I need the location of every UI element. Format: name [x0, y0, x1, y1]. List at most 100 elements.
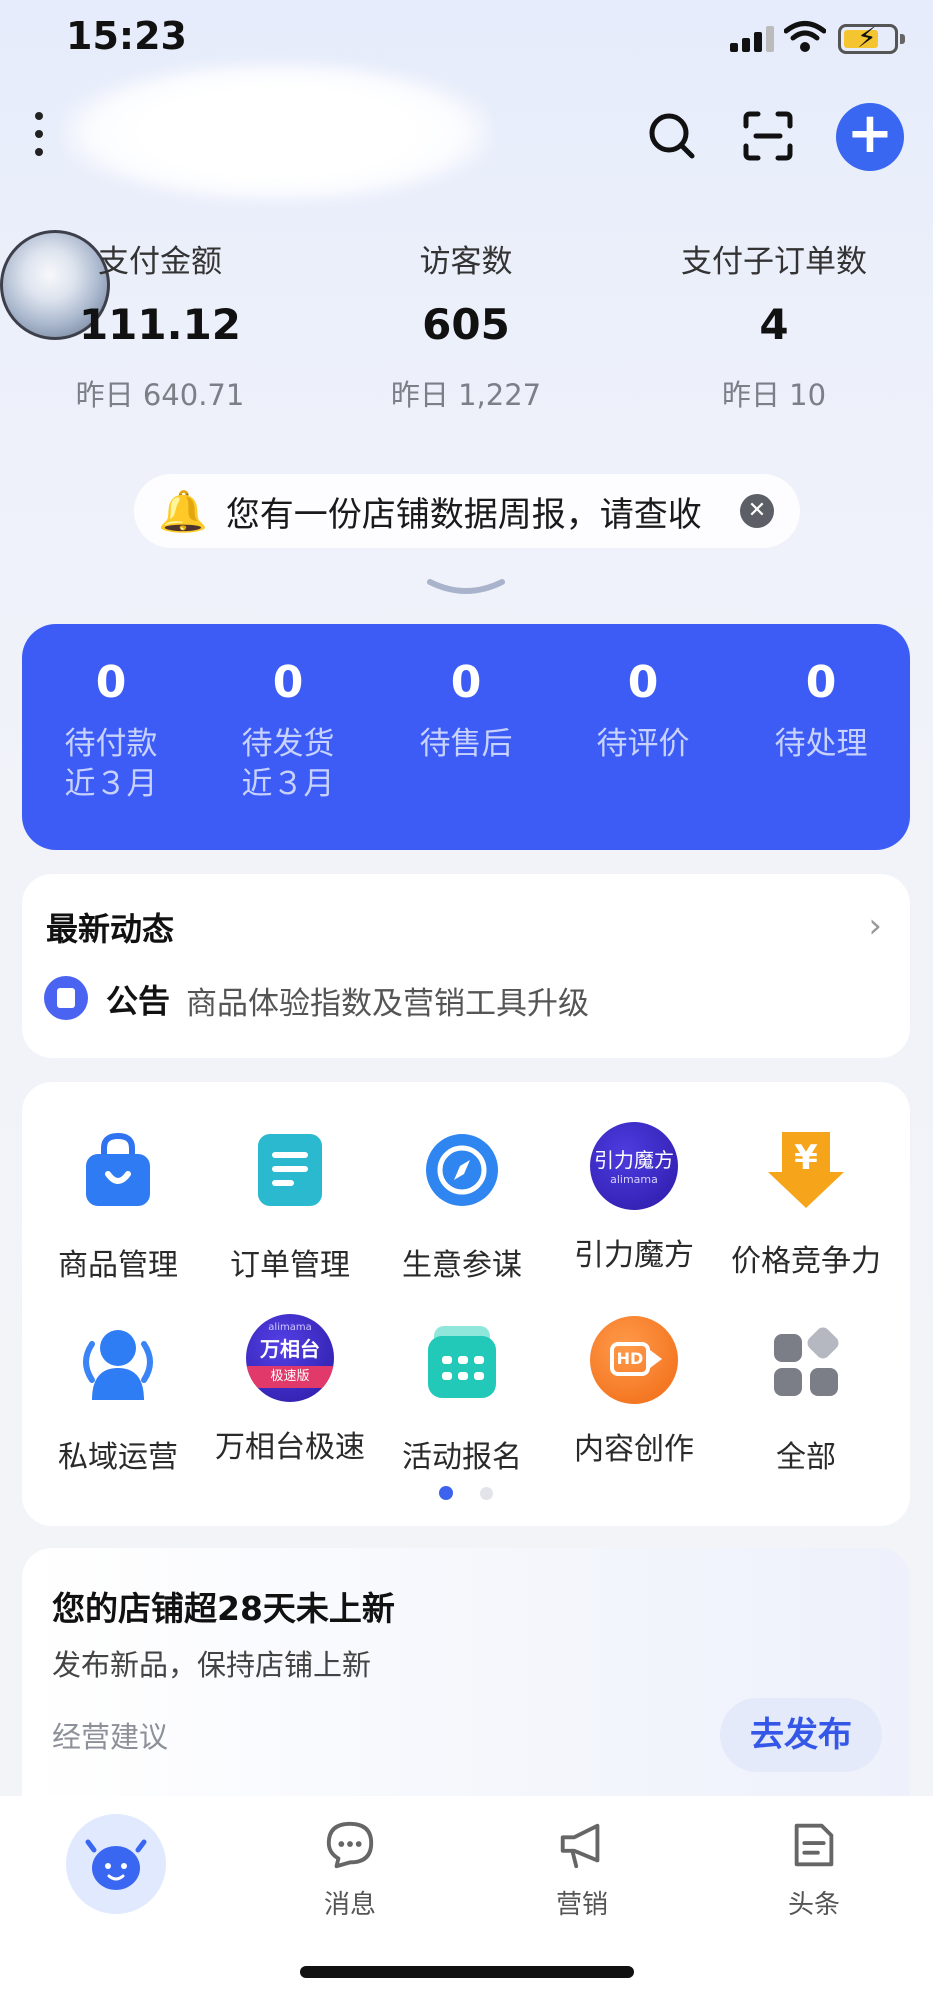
icon-text: 引力魔方	[594, 1148, 674, 1172]
megaphone-icon	[560, 1823, 600, 1869]
compass-icon	[426, 1134, 498, 1206]
order-label: 待评价	[596, 726, 690, 762]
stat-label-suborders: 支付子订单数	[681, 244, 867, 280]
tool-label: 内容创作	[574, 1432, 694, 1467]
order-count: 0	[805, 657, 837, 708]
suggestion-subtitle: 发布新品，保持店铺上新	[52, 1648, 372, 1682]
news-tag: 公告	[106, 982, 171, 1020]
tool-all[interactable]: 全部	[718, 1320, 894, 1476]
tool-price-competitiveness[interactable]: ¥ 价格竞争力	[718, 1128, 894, 1280]
more-menu-icon[interactable]	[32, 112, 46, 156]
yinli-mofang-icon: 引力魔方 alimama	[590, 1122, 678, 1210]
order-pending-payment[interactable]: 0 待付款 近３月	[22, 654, 200, 804]
order-count: 0	[95, 657, 127, 708]
latest-news-card[interactable]: 最新动态 › 公告 商品体验指数及营销工具升级	[22, 874, 910, 1058]
tool-label: 引力魔方	[574, 1238, 694, 1273]
nav-label: 消息	[323, 1890, 376, 1920]
stat-value-payment[interactable]: 111.12	[30, 300, 290, 349]
wanxiangtai-icon: alimama 万相台 极速版	[246, 1314, 334, 1402]
tools-grid-card: 商品管理 订单管理 生意参谋 引力魔方 alimama 引力魔方 ¥ 价格竞争力…	[22, 1082, 910, 1526]
tool-business-advisor[interactable]: 生意参谋	[374, 1128, 550, 1284]
report-text: 您有一份店铺数据周报，请查收	[225, 494, 702, 535]
order-label: 待付款	[64, 726, 158, 762]
headline-icon	[794, 1823, 834, 1867]
order-list-icon	[258, 1134, 322, 1206]
bell-icon: 🔔	[158, 488, 208, 535]
tool-label: 万相台极速	[215, 1430, 365, 1465]
tool-order-management[interactable]: 订单管理	[202, 1128, 378, 1284]
order-sub: 近３月	[64, 766, 158, 802]
tool-label: 全部	[776, 1440, 836, 1475]
weekly-report-banner[interactable]: 🔔 您有一份店铺数据周报，请查收 ✕	[134, 474, 800, 548]
order-status-card: 0 待付款 近３月 0 待发货 近３月 0 待售后 0 待评价 0 待处理	[22, 624, 910, 850]
tool-content-creation[interactable]: HD 内容创作	[546, 1316, 722, 1468]
publish-button[interactable]: 去发布	[720, 1698, 882, 1772]
cellular-signal-icon	[730, 26, 774, 52]
tool-product-management[interactable]: 商品管理	[30, 1128, 206, 1284]
price-yen-icon: ¥	[764, 1128, 848, 1212]
private-domain-icon	[83, 1330, 153, 1400]
all-apps-icon	[774, 1327, 839, 1396]
hd-video-icon: HD	[590, 1316, 678, 1404]
tool-label: 订单管理	[230, 1248, 350, 1283]
tool-wanxiangtai[interactable]: alimama 万相台 极速版 万相台极速	[202, 1314, 378, 1466]
scan-icon[interactable]	[740, 108, 796, 164]
icon-text: HD	[610, 1342, 650, 1376]
order-label: 待处理	[774, 726, 868, 762]
suggestion-title: 您的店铺超28天未上新	[52, 1589, 395, 1628]
stat-label-visitors: 访客数	[419, 244, 513, 280]
tool-label: 私域运营	[58, 1440, 178, 1475]
tool-label: 商品管理	[58, 1248, 178, 1283]
icon-text: ¥	[794, 1138, 818, 1178]
stat-value-visitors[interactable]: 605	[336, 300, 596, 349]
nav-marketing[interactable]: 营销	[502, 1818, 662, 1921]
tool-event-signup[interactable]: 活动报名	[374, 1320, 550, 1476]
order-pending-shipment[interactable]: 0 待发货 近３月	[199, 654, 377, 804]
news-headline[interactable]: 商品体验指数及营销工具升级	[186, 978, 589, 1023]
order-after-sale[interactable]: 0 待售后	[377, 654, 555, 764]
search-icon[interactable]	[644, 108, 700, 164]
announcement-icon	[44, 976, 88, 1020]
calendar-icon	[428, 1326, 496, 1398]
message-icon	[326, 1821, 374, 1869]
battery-icon: ⚡	[838, 21, 905, 54]
shopping-bag-icon	[86, 1132, 150, 1206]
order-pending-review[interactable]: 0 待评价	[554, 654, 732, 764]
suggestion-card: 您的店铺超28天未上新 发布新品，保持店铺上新 经营建议 去发布	[22, 1548, 910, 1798]
order-pending-handle[interactable]: 0 待处理	[732, 654, 910, 764]
stat-label-payment: 支付金额	[98, 244, 222, 280]
nav-label: 营销	[555, 1890, 608, 1920]
nav-headlines[interactable]: 头条	[734, 1818, 894, 1921]
page-indicator-inactive[interactable]	[480, 1487, 493, 1500]
add-button[interactable]: +	[836, 103, 904, 171]
close-icon[interactable]: ✕	[740, 494, 774, 528]
shop-name-redacted[interactable]	[62, 62, 492, 202]
tool-label: 活动报名	[402, 1440, 522, 1475]
icon-subtext: alimama	[610, 1173, 658, 1186]
stat-prev-suborders: 昨日 10	[721, 378, 827, 412]
order-label: 待发货	[241, 726, 335, 762]
order-sub: 近３月	[241, 766, 335, 802]
chevron-down-icon[interactable]	[426, 578, 506, 598]
chevron-right-icon[interactable]: ›	[868, 906, 882, 946]
stat-prev-payment: 昨日 640.71	[75, 378, 245, 412]
nav-label: 头条	[787, 1890, 840, 1920]
wifi-icon	[784, 21, 826, 52]
nav-home[interactable]	[66, 1814, 166, 1914]
home-bull-icon	[85, 1839, 147, 1890]
icon-toptext: alimama	[268, 1322, 312, 1333]
tool-yinli-mofang[interactable]: 引力魔方 alimama 引力魔方	[546, 1122, 722, 1274]
icon-text: 万相台	[260, 1337, 320, 1361]
nav-messages[interactable]: 消息	[270, 1818, 430, 1921]
news-title: 最新动态	[46, 910, 175, 948]
suggestion-tag: 经营建议	[52, 1720, 169, 1754]
home-indicator[interactable]	[300, 1966, 634, 1978]
stat-prev-visitors: 昨日 1,227	[390, 378, 542, 412]
tool-private-domain[interactable]: 私域运营	[30, 1320, 206, 1476]
stat-value-suborders[interactable]: 4	[644, 300, 904, 349]
page-indicator-active	[439, 1486, 453, 1500]
tool-label: 价格竞争力	[731, 1244, 881, 1279]
order-count: 0	[272, 657, 304, 708]
status-time: 15:23	[66, 14, 187, 58]
icon-subtext: 极速版	[246, 1366, 334, 1388]
